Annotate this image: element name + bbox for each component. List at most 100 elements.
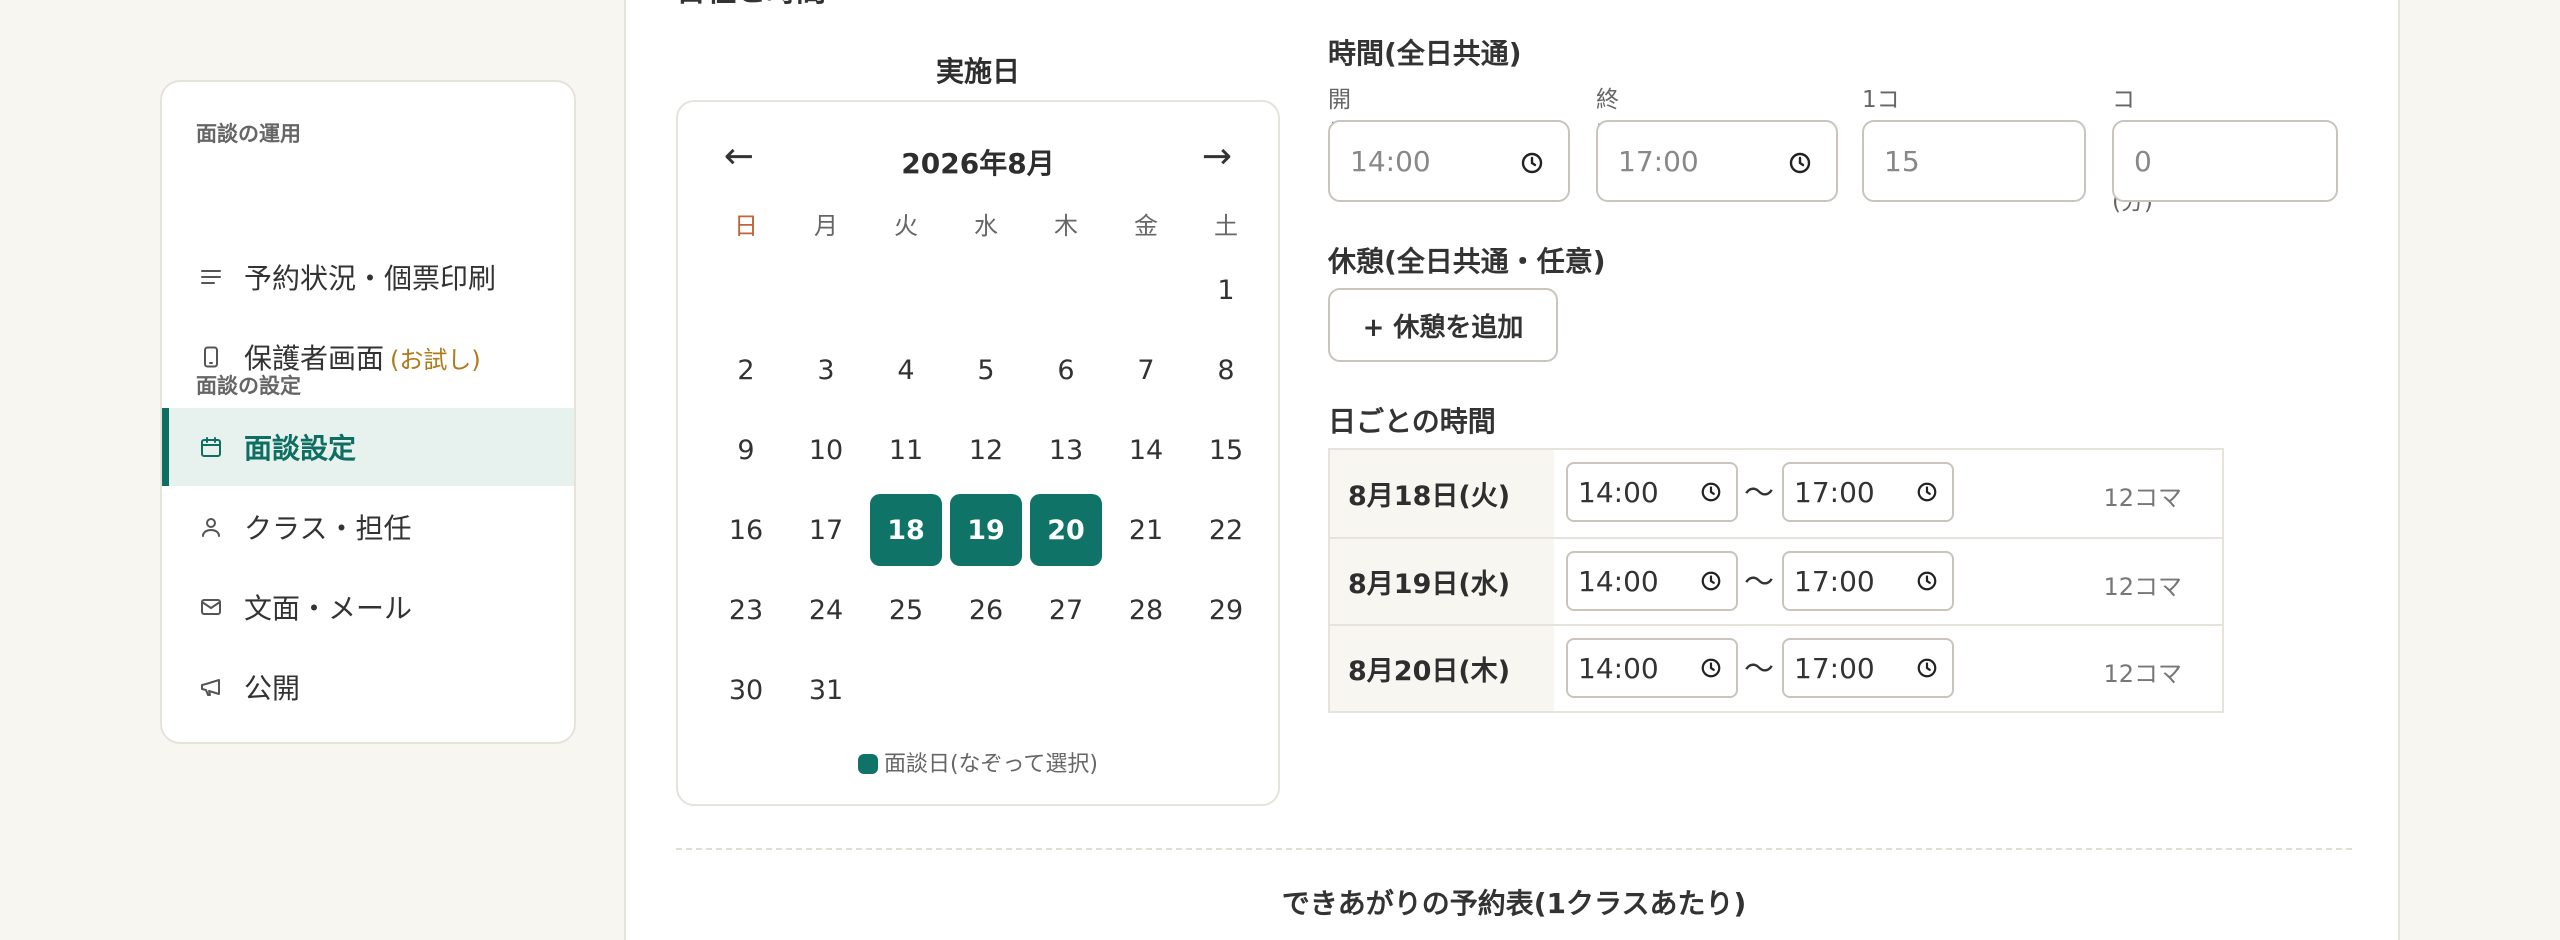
slot-minutes-value: 15 [1884, 144, 1920, 178]
calendar-day[interactable]: 15 [1186, 410, 1266, 490]
calendar-empty-cell [866, 250, 946, 330]
calendar-day[interactable]: 10 [786, 410, 866, 490]
calendar-day-number: 31 [808, 674, 844, 706]
table-row: 8月20日(木) 14:00 〜 17:00 12コマ [1330, 624, 2222, 711]
sidebar-heading-settings: 面談の設定 [196, 374, 301, 398]
weekday-label: 土 [1214, 212, 1238, 240]
sidebar-item-label: 予約状況・個票印刷 [244, 262, 497, 295]
sidebar-item-label: 文面・メール [244, 592, 413, 625]
calendar-day-number: 7 [1137, 354, 1155, 386]
calendar-day[interactable]: 16 [706, 490, 786, 570]
user-icon [196, 512, 226, 542]
calendar-day[interactable]: 23 [706, 570, 786, 650]
calendar-day[interactable]: 27 [1026, 570, 1106, 650]
calendar-day-number: 24 [808, 594, 844, 626]
calendar-day[interactable]: 24 [786, 570, 866, 650]
sidebar-item-label: 公開 [244, 672, 301, 705]
calendar-title: 実施日 [935, 55, 1020, 88]
calendar-day[interactable]: 26 [946, 570, 1026, 650]
calendar-empty-cell [786, 250, 866, 330]
calendar-day-number: 2 [737, 354, 755, 386]
calendar-day[interactable]: 4 [866, 330, 946, 410]
sidebar-item-publish[interactable]: 公開 [162, 648, 574, 726]
calendar-day-selected[interactable]: 19 [946, 490, 1026, 570]
next-month-button[interactable]: → [1192, 136, 1242, 177]
calendar-day[interactable]: 8 [1186, 330, 1266, 410]
megaphone-icon [196, 672, 226, 702]
calendar-day[interactable]: 9 [706, 410, 786, 490]
legend-text: 面談日(なぞって選択) [883, 752, 1099, 777]
clock-icon [1917, 658, 1937, 678]
calendar-day-number: 6 [1057, 354, 1075, 386]
calendar-day[interactable]: 1 [1186, 250, 1266, 330]
row-date: 8月18日(火) [1330, 450, 1554, 537]
calendar-day[interactable]: 7 [1106, 330, 1186, 410]
row-start-time-input[interactable]: 14:00 [1566, 638, 1738, 698]
calendar-day-number: 12 [968, 434, 1004, 466]
weekday-row: 日月火水木金土 [706, 202, 1266, 250]
start-time-input[interactable]: 14:00 [1328, 120, 1570, 202]
calendar-day[interactable]: 5 [946, 330, 1026, 410]
row-slot-count: 12コマ [2103, 484, 2182, 512]
calendar-day[interactable]: 6 [1026, 330, 1106, 410]
calendar-day-selected[interactable]: 18 [866, 490, 946, 570]
calendar-day-number: 22 [1208, 514, 1244, 546]
row-date: 8月20日(木) [1330, 626, 1554, 711]
row-end-value: 17:00 [1794, 564, 1875, 598]
calendar-day[interactable]: 17 [786, 490, 866, 570]
calendar-day-number: 23 [728, 594, 764, 626]
calendar-day[interactable]: 30 [706, 650, 786, 730]
sidebar-item-label: クラス・担任 [244, 512, 412, 545]
row-start-value: 14:00 [1578, 651, 1659, 685]
row-start-value: 14:00 [1578, 475, 1659, 509]
gap-minutes-input[interactable]: 0 [2112, 120, 2338, 202]
sidebar: 面談の運用 予約状況・個票印刷 保護者画面 (お試し) 面談の設定 面談設定 ク… [160, 80, 576, 744]
clock-icon [1701, 571, 1721, 591]
calendar-day[interactable]: 13 [1026, 410, 1106, 490]
sidebar-item-label: 面談設定 [244, 432, 357, 465]
row-end-time-input[interactable]: 17:00 [1782, 462, 1954, 522]
clock-icon [1701, 482, 1721, 502]
calendar-day-number: 19 [950, 494, 1022, 566]
calendar-day[interactable]: 3 [786, 330, 866, 410]
per-day-table: 8月18日(火) 14:00 〜 17:00 12コマ 8月19日(水) 14:00 〜 17:… [1328, 448, 2224, 713]
row-date: 8月19日(水) [1330, 539, 1554, 624]
calendar-day-number: 14 [1128, 434, 1164, 466]
per-day-heading: 日ごとの時間 [1328, 405, 1496, 438]
legend-dot [857, 754, 878, 774]
row-end-time-input[interactable]: 17:00 [1782, 638, 1954, 698]
calendar-day[interactable]: 14 [1106, 410, 1186, 490]
calendar-day-number: 28 [1128, 594, 1164, 626]
calendar-day[interactable]: 29 [1186, 570, 1266, 650]
calendar-day-number: 11 [888, 434, 924, 466]
sidebar-heading-operation: 面談の運用 [196, 122, 301, 146]
calendar-day[interactable]: 28 [1106, 570, 1186, 650]
calendar-day[interactable]: 21 [1106, 490, 1186, 570]
mail-icon [196, 592, 226, 622]
time-heading: 時間(全日共通) [1328, 37, 1522, 70]
sidebar-item-text-mail[interactable]: 文面・メール [162, 568, 574, 646]
add-break-button[interactable]: + 休憩を追加 [1328, 288, 1558, 362]
calendar-day[interactable]: 2 [706, 330, 786, 410]
row-start-time-input[interactable]: 14:00 [1566, 462, 1738, 522]
calendar-day[interactable]: 22 [1186, 490, 1266, 570]
calendar-day[interactable]: 25 [866, 570, 946, 650]
row-start-time-input[interactable]: 14:00 [1566, 551, 1738, 611]
sidebar-item-interview-settings[interactable]: 面談設定 [162, 408, 574, 486]
clock-icon [1917, 571, 1937, 591]
row-end-time-input[interactable]: 17:00 [1782, 551, 1954, 611]
calendar-day-number: 21 [1128, 514, 1164, 546]
end-time-input[interactable]: 17:00 [1596, 120, 1838, 202]
sidebar-item-class-teacher[interactable]: クラス・担任 [162, 488, 574, 566]
calendar-day[interactable]: 31 [786, 650, 866, 730]
calendar-day[interactable]: 12 [946, 410, 1026, 490]
calendar-day-number: 1 [1217, 274, 1235, 306]
slot-minutes-input[interactable]: 15 [1862, 120, 2086, 202]
calendar-day-number: 30 [728, 674, 764, 706]
calendar-day-selected[interactable]: 20 [1026, 490, 1106, 570]
calendar-day-number: 27 [1048, 594, 1084, 626]
sidebar-item-reservations[interactable]: 予約状況・個票印刷 [162, 238, 574, 316]
calendar-day-number: 16 [728, 514, 764, 546]
calendar-day[interactable]: 11 [866, 410, 946, 490]
calendar-empty-cell [946, 250, 1026, 330]
